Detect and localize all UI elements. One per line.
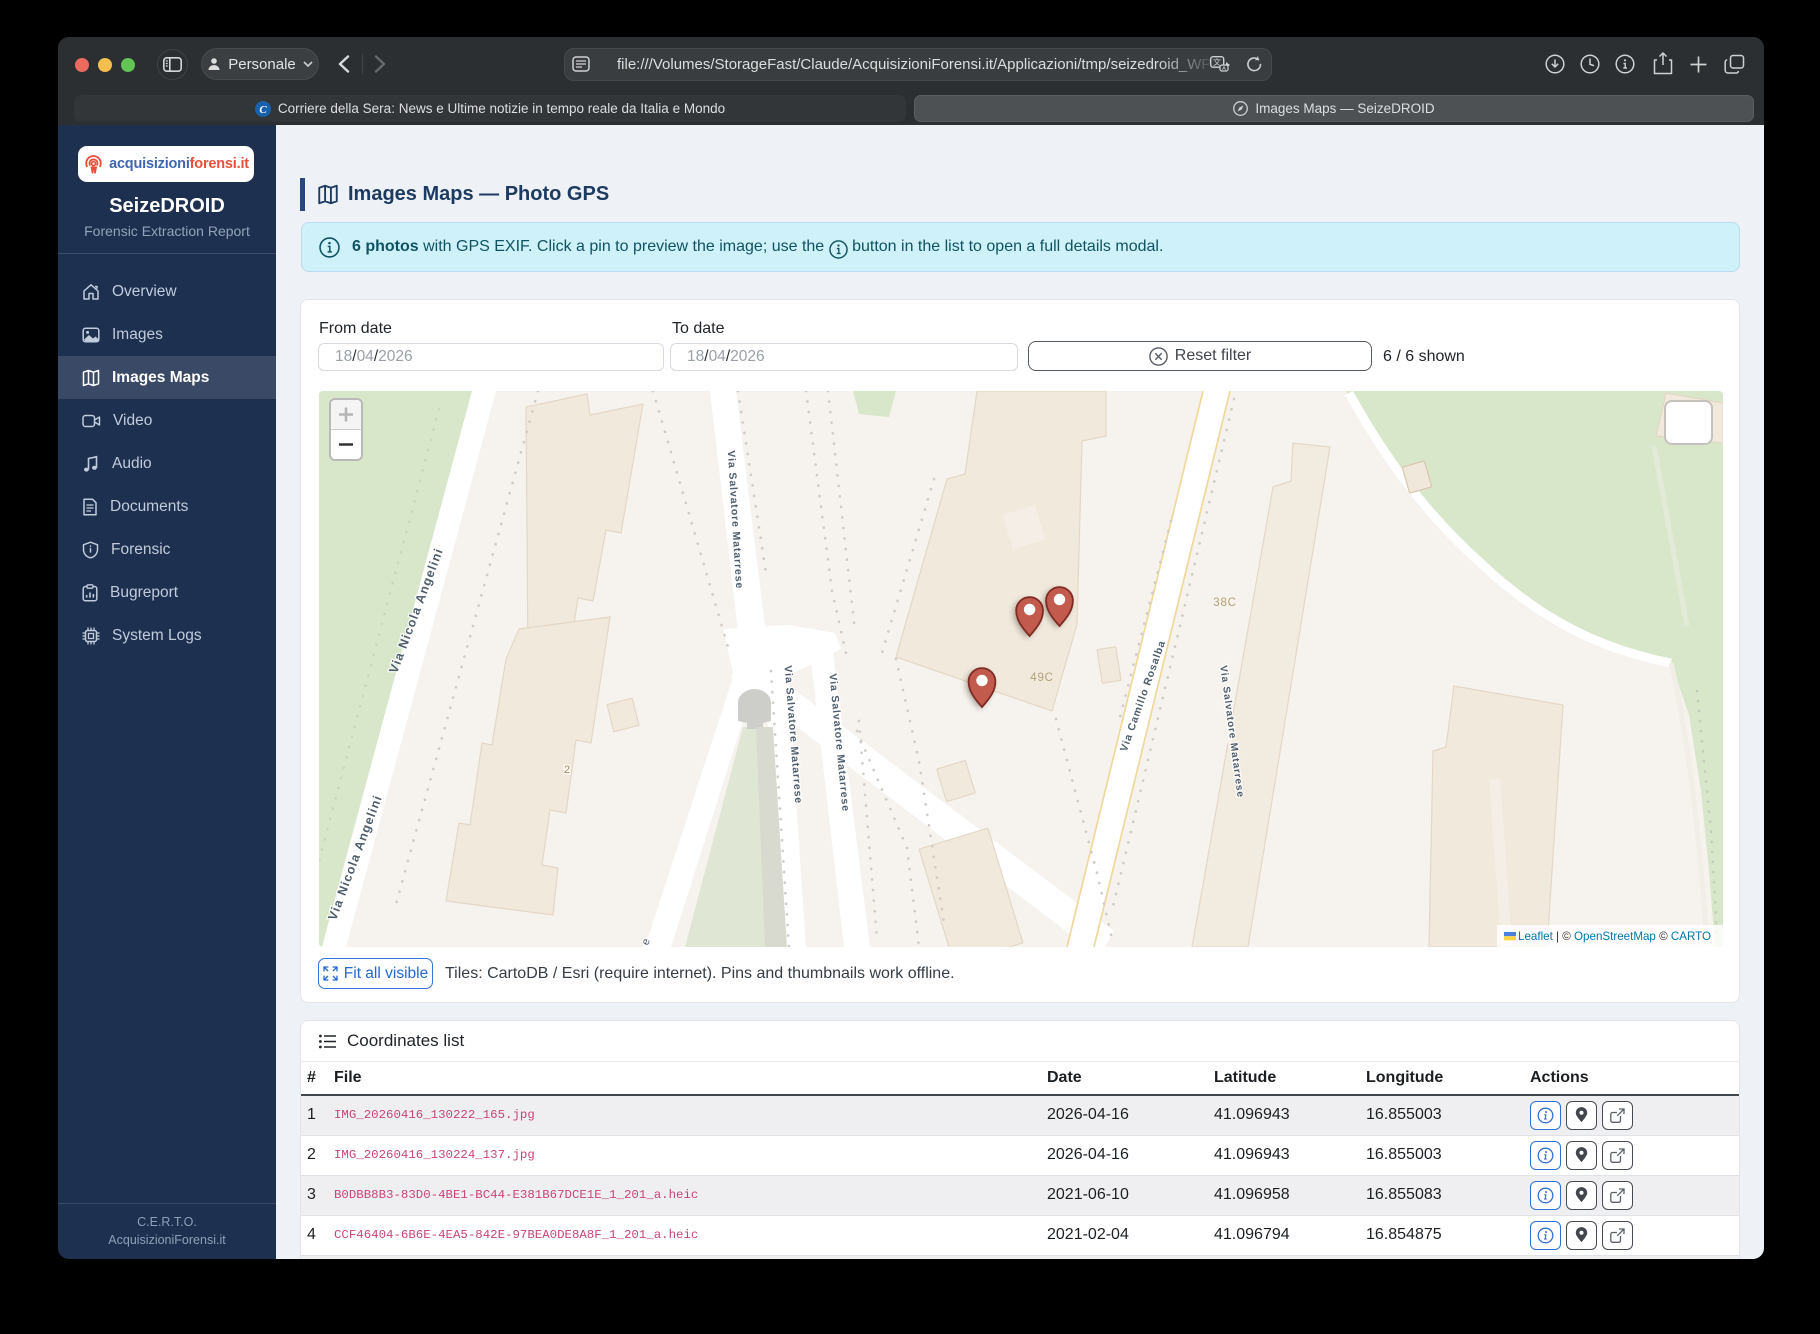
svg-text:38C: 38C (1213, 597, 1237, 609)
svg-text:Leaflet | © OpenStreetMap © CA: Leaflet | © OpenStreetMap © CARTO (1518, 930, 1711, 943)
svg-text:2: 2 (564, 764, 570, 776)
svg-text:A: A (1222, 66, 1226, 72)
svg-text:49C: 49C (1030, 672, 1054, 684)
svg-text:C: C (259, 103, 267, 115)
